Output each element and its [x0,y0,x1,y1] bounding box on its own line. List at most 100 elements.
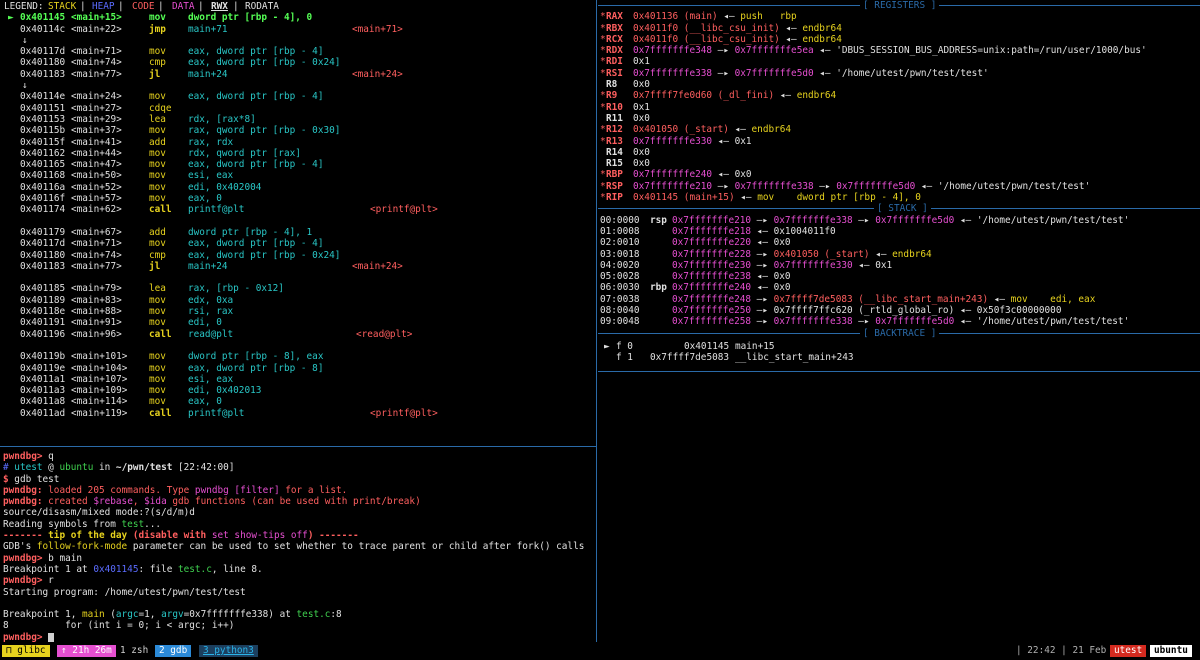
register-row-rcx[interactable]: * RCX 0x4011f0 (__libc_csu_init) ◂— endbr6… [598,34,1200,45]
session-badge[interactable]: ⊓ glibc [2,645,50,657]
register-row-r9[interactable]: * R9 0x7ffff7fe0d60 (_dl_fini) ◂— endbr64 [598,90,1200,101]
gdb-command[interactable]: b main [43,553,82,564]
stack-row[interactable]: 05:0028 0x7fffffffe238 ◂— 0x0 [598,271,1200,282]
stack-title-text: STACK [888,203,917,215]
disasm-line[interactable]: 0x401153 <main+29> lea rdx, [rax*8] [0,114,596,125]
stack-row[interactable]: 04:0020 0x7fffffffe230 —▸ 0x7fffffffe330 … [598,260,1200,271]
stack-row[interactable]: 01:0008 0x7fffffffe218 ◂— 0x1004011f0 [598,226,1200,237]
window-tab-zsh[interactable]: 1 zsh [116,645,152,657]
disasm-line[interactable]: 0x40114c <main+22> jmp main+71 <main+71> [0,24,596,35]
stack-row[interactable]: 03:0018 0x7fffffffe228 —▸ 0x401050 (_star… [598,249,1200,260]
disasm-line[interactable]: 0x40117d <main+71> mov eax, dword ptr [rbp … [0,46,596,57]
disasm-line[interactable]: 0x401191 <main+91> mov edi, 0 [0,317,596,328]
disasm-line[interactable]: 0x4011a1 <main+107> mov esi, eax [0,374,596,385]
disasm-line[interactable]: 0x40119b <main+101> mov dword ptr [rbp - 8]… [0,351,596,362]
register-row-rbp[interactable]: * RBP 0x7fffffffe240 ◂— 0x0 [598,169,1200,180]
value-segment: 0x4011f0 (__libc_csu_init) [633,22,780,34]
register-value: 0x1 [633,56,650,67]
disasm-line[interactable]: 0x401165 <main+47> mov eax, dword ptr [rbp … [0,159,596,170]
context-pane[interactable]: [ REGISTERS ] * RAX 0x401136 (main) ◂— pus… [598,0,1200,642]
changed-marker: * [600,90,606,102]
value-segment: 0x0 [633,112,650,124]
disasm-line[interactable]: 0x401185 <main+79> lea rax, [rbp - 0x12] [0,283,596,294]
register-row-r10[interactable]: * R10 0x1 [598,102,1200,113]
pane-divider-vertical[interactable] [596,0,597,642]
stack-row[interactable]: 09:0048 0x7fffffffe258 —▸ 0x7fffffffe338 … [598,316,1200,327]
gdb-command[interactable]: q [43,451,54,462]
instruction-mnemonic: cdqe [149,102,172,114]
window-tab-gdb[interactable]: 2 gdb [155,645,192,657]
value-segment: set show-tips off [211,530,308,542]
instruction-offset: <main+37> [71,125,122,137]
value-segment: 0x7fffffffe240 [633,169,713,181]
instruction-offset: <main+119> [71,407,128,419]
disasm-line[interactable]: 0x401183 <main+77> jl main+24 <main+24> [0,69,596,80]
disasm-line[interactable]: 0x4011a3 <main+109> mov edi, 0x402013 [0,385,596,396]
disasm-line[interactable]: 0x401168 <main+50> mov esi, eax [0,170,596,181]
register-row-rip[interactable]: * RIP 0x401145 (main+15) ◂— mov dword ptr … [598,192,1200,203]
disasm-line[interactable]: 0x40115f <main+41> add rax, rdx [0,137,596,148]
disasm-line[interactable]: 0x401151 <main+27> cdqe [0,103,596,114]
stack-row[interactable]: 00:0000 rsp 0x7fffffffe210 —▸ 0x7fffffffe3… [598,215,1200,226]
register-row-r12[interactable]: * R12 0x401050 (_start) ◂— endbr64 [598,124,1200,135]
instruction-mnemonic: mov [149,170,166,182]
instruction-offset: <main+71> [71,46,122,58]
disasm-line[interactable]: 0x40117d <main+71> mov eax, dword ptr [rbp … [0,238,596,249]
instruction-address: 0x40114c [20,23,66,35]
gdb-prompt: pwndbg> [3,575,43,587]
gdb-command[interactable]: r [43,575,54,586]
window-tab-python3[interactable]: 3 python3 [199,645,258,657]
register-row-rsi[interactable]: * RSI 0x7fffffffe338 —▸ 0x7fffffffe5d0 ◂— … [598,68,1200,79]
register-row-r14[interactable]: R14 0x0 [598,147,1200,158]
register-name: R15 [606,158,623,170]
value-segment: ◂— 0x0 [712,169,752,181]
disasm-line[interactable]: 0x401196 <main+96> call read@plt <read@plt> [0,329,596,340]
register-row-r8[interactable]: R8 0x0 [598,79,1200,90]
disasm-line[interactable]: 0x40116f <main+57> mov eax, 0 [0,193,596,204]
stack-row[interactable]: 08:0040 0x7fffffffe250 —▸ 0x7ffff7ffc620 … [598,305,1200,316]
frame-number: f 1 [616,352,633,364]
backtrace-frame[interactable]: f 1 0x7ffff7de5083 __libc_start_main+243 [598,352,1200,363]
instruction-mnemonic: mov [149,12,166,24]
disasm-current-line[interactable]: ► 0x401145 <main+15> mov dword ptr [rbp - 4]… [0,12,596,23]
register-row-r11[interactable]: R11 0x0 [598,113,1200,124]
disasm-line[interactable]: 0x40114e <main+24> mov eax, dword ptr [rbp … [0,91,596,102]
disasm-line[interactable]: 0x40116a <main+52> mov edi, 0x402004 [0,182,596,193]
register-row-rdx[interactable]: * RDX 0x7fffffffe348 —▸ 0x7fffffffe5ea ◂— … [598,45,1200,56]
disasm-line[interactable]: 0x401189 <main+83> mov edx, 0xa [0,295,596,306]
disasm-line[interactable]: 0x401162 <main+44> mov rdx, qword ptr [rax] [0,148,596,159]
gdb-console-pane[interactable]: pwndbg> q # utest @ ubuntu in ~/pwn/test … [0,447,596,642]
stack-row[interactable]: 06:0030 rbp 0x7fffffffe240 ◂— 0x0 [598,282,1200,293]
instruction-mnemonic: jmp [149,23,166,35]
backtrace-frame[interactable]: ► f 0 0x401145 main+15 [598,341,1200,352]
instruction-address: 0x40118e [20,306,66,318]
register-row-rbx[interactable]: * RBX 0x4011f0 (__libc_csu_init) ◂— endbr6… [598,23,1200,34]
disasm-line[interactable]: 0x40119e <main+104> mov eax, dword ptr [rbp… [0,363,596,374]
disassembly-pane[interactable]: LEGEND: STACK | HEAP | CODE | DATA | RWX… [0,0,596,446]
disasm-line[interactable]: 0x40118e <main+88> mov rsi, rax [0,306,596,317]
disasm-line[interactable]: 0x401180 <main+74> cmp eax, dword ptr [rbp … [0,57,596,68]
register-row-r15[interactable]: R15 0x0 [598,158,1200,169]
gdb-prompt: pwndbg> [3,451,43,462]
stack-row[interactable]: 07:0038 0x7fffffffe248 —▸ 0x7ffff7de5083 … [598,294,1200,305]
register-row-rsp[interactable]: * RSP 0x7fffffffe210 —▸ 0x7fffffffe338 —▸ … [598,181,1200,192]
legend-data: DATA [172,1,195,12]
register-row-r13[interactable]: * R13 0x7fffffffe330 ◂— 0x1 [598,136,1200,147]
disasm-line[interactable]: 0x4011ad <main+119> call printf@plt <printf@… [0,408,596,419]
disasm-line[interactable]: 0x401180 <main+74> cmp eax, dword ptr [rbp … [0,250,596,261]
instruction-address: 0x401183 [20,68,66,80]
stack-offset: 01:0008 [600,225,640,237]
stack-row[interactable]: 02:0010 0x7fffffffe220 ◂— 0x0 [598,237,1200,248]
register-row-rdi[interactable]: * RDI 0x1 [598,56,1200,67]
disasm-line[interactable]: 0x401183 <main+77> jl main+24 <main+24> [0,261,596,272]
disasm-line[interactable]: 0x40115b <main+37> mov rax, qword ptr [rbp … [0,125,596,136]
disasm-line[interactable]: 0x401179 <main+67> add dword ptr [rbp - 4],… [0,227,596,238]
instruction-address: 0x401191 [20,317,66,329]
instruction-operands: rax, [rbp - 0x12] [188,283,284,295]
instruction-address: 0x401185 [20,283,66,295]
instruction-mnemonic: mov [149,317,166,329]
disasm-line[interactable]: 0x4011a8 <main+114> mov eax, 0 [0,396,596,407]
register-row-rax[interactable]: * RAX 0x401136 (main) ◂— push rbp [598,11,1200,22]
disasm-line[interactable]: 0x401174 <main+62> call printf@plt <printf@p… [0,204,596,215]
value-segment: : file [138,563,178,575]
